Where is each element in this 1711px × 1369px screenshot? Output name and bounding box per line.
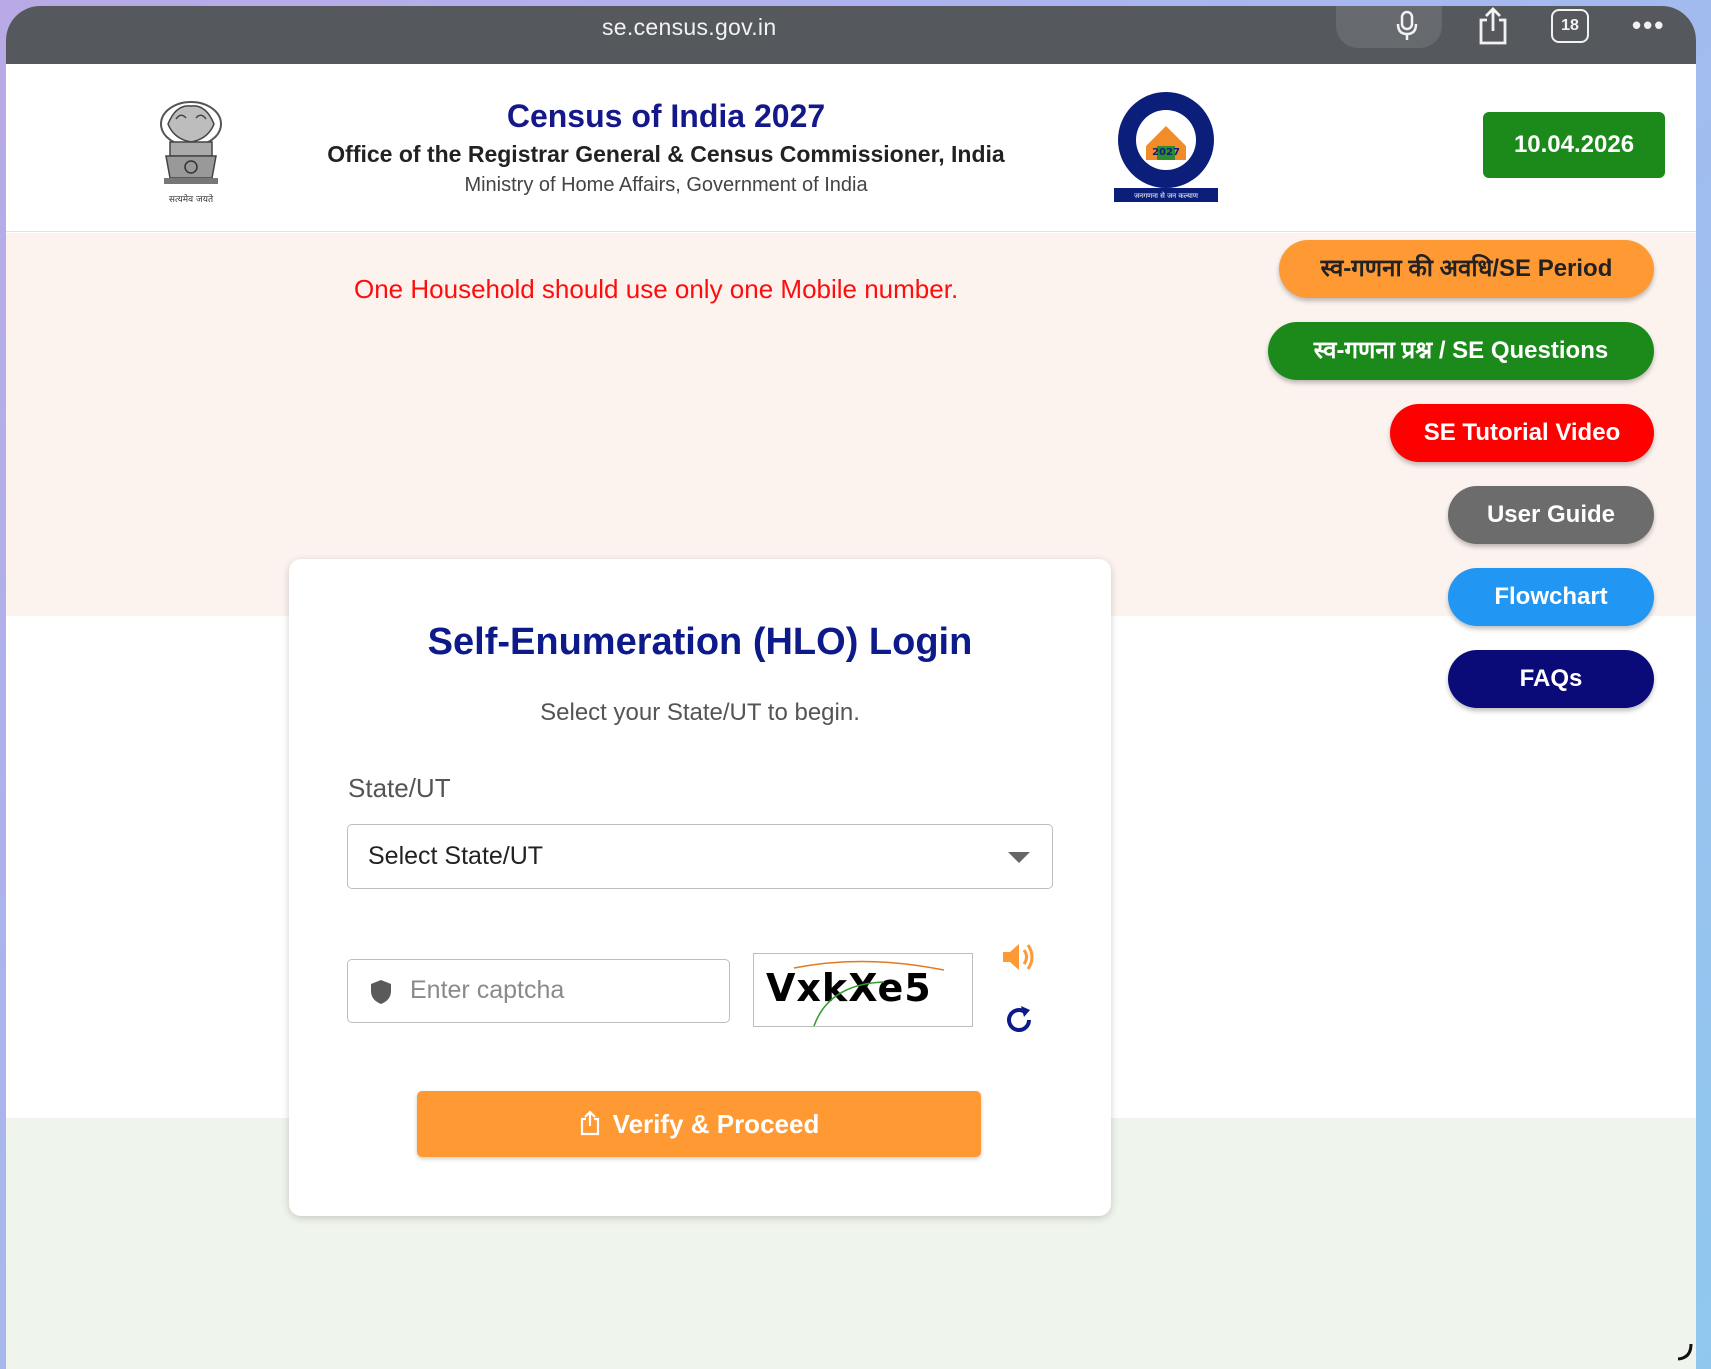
login-title: Self-Enumeration (HLO) Login <box>427 621 973 663</box>
captcha-input[interactable]: Enter captcha <box>347 959 730 1023</box>
site-header: सत्यमेव जयते Census of India 2027 Office… <box>6 64 1696 232</box>
state-select[interactable]: Select State/UT <box>347 824 1053 889</box>
refresh-captcha-icon[interactable] <box>1003 1004 1035 1041</box>
login-card: Self-Enumeration (HLO) Login Select your… <box>289 559 1111 1216</box>
mic-pill <box>1336 6 1442 48</box>
audio-captcha-icon[interactable] <box>1000 940 1036 979</box>
verify-proceed-button[interactable]: Verify & Proceed <box>417 1091 981 1157</box>
resize-handle-icon <box>1676 1342 1694 1367</box>
site-subtitle: Office of the Registrar General & Census… <box>327 141 1005 167</box>
ministry-line: Ministry of Home Affairs, Government of … <box>464 174 868 196</box>
faqs-button[interactable]: FAQs <box>1448 650 1654 708</box>
household-notice: One Household should use only one Mobile… <box>354 274 959 304</box>
se-tutorial-video-button[interactable]: SE Tutorial Video <box>1390 404 1654 462</box>
tabs-icon[interactable]: 18 <box>1551 9 1589 43</box>
share-icon[interactable] <box>1476 6 1510 51</box>
verify-label: Verify & Proceed <box>612 1109 820 1139</box>
state-select-value: Select State/UT <box>368 842 544 870</box>
captcha-placeholder: Enter captcha <box>410 976 565 1004</box>
census-logo-year: 2027 <box>1152 147 1180 158</box>
census-logo-tagline: जनगणना से जन कल्याण <box>1134 191 1199 200</box>
header-titles: Census of India 2027 Office of the Regis… <box>256 98 1076 197</box>
census-logo-icon: 2027 जनगणना से जन कल्याण <box>1111 88 1221 208</box>
se-period-button[interactable]: स्व-गणना की अवधि/SE Period <box>1279 240 1654 298</box>
captcha-image: VxkXe5 <box>753 953 973 1027</box>
national-emblem-icon: सत्यमेव जयते <box>146 94 236 214</box>
date-badge: 10.04.2026 <box>1483 112 1665 178</box>
browser-toolbar: se.census.gov.in 18 ••• <box>6 6 1696 64</box>
address-bar[interactable]: se.census.gov.in <box>602 14 776 41</box>
site-title: Census of India 2027 <box>506 98 826 134</box>
user-guide-button[interactable]: User Guide <box>1448 486 1654 544</box>
more-icon[interactable]: ••• <box>1632 10 1665 41</box>
state-label: State/UT <box>348 773 451 803</box>
chevron-down-icon <box>1008 852 1030 863</box>
flowchart-button[interactable]: Flowchart <box>1448 568 1654 626</box>
emblem-motto: सत्यमेव जयते <box>169 193 214 205</box>
login-subtitle: Select your State/UT to begin. <box>540 699 860 726</box>
share-icon <box>580 1110 599 1136</box>
shield-icon <box>369 978 393 1011</box>
se-questions-button[interactable]: स्व-गणना प्रश्न / SE Questions <box>1268 322 1654 380</box>
mic-icon[interactable] <box>1396 10 1418 47</box>
browser-frame: se.census.gov.in 18 ••• सत्यमेव जयते Cen <box>6 6 1696 1369</box>
